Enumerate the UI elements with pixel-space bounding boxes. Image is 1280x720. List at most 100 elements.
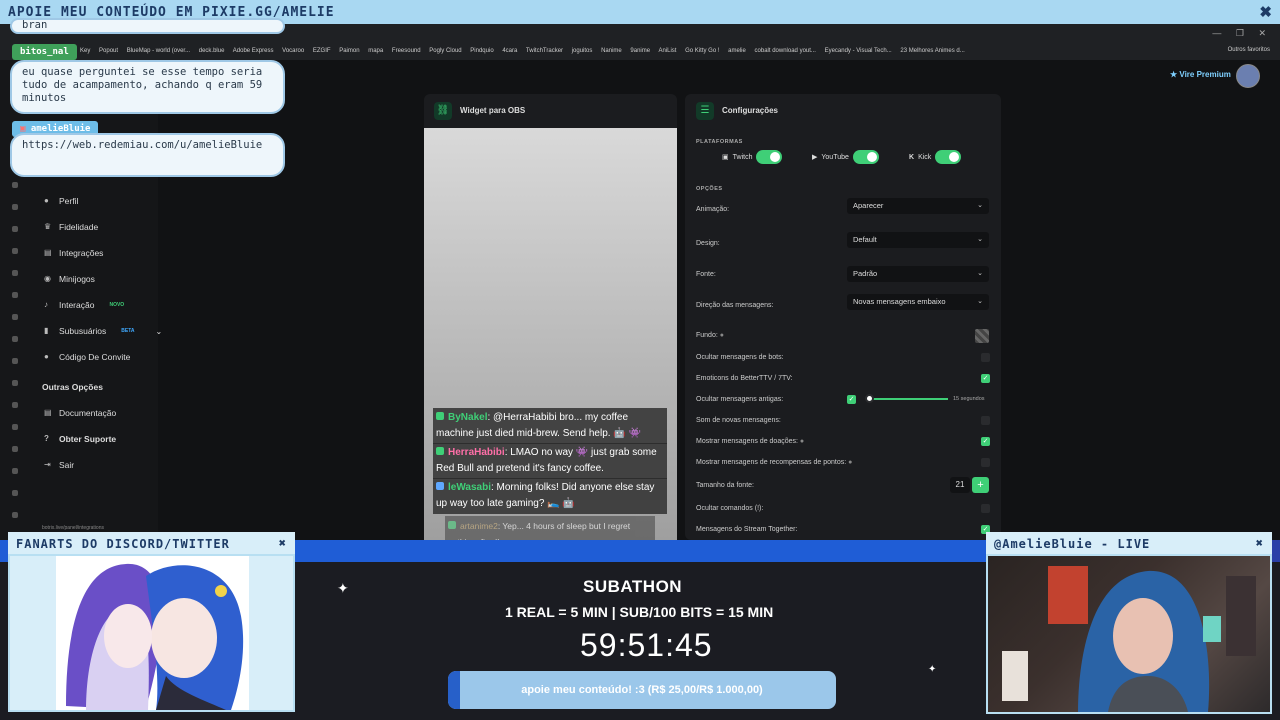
kick-toggle[interactable] (935, 150, 962, 164)
bookmark[interactable]: Pogly Cloud (429, 48, 461, 54)
sidebar-item-label: Código De Convite (59, 352, 131, 362)
close-icon[interactable]: ✖ (279, 536, 287, 550)
subathon-timer: 59:51:45 (580, 627, 713, 663)
emotes-checkbox[interactable]: ✓ (981, 374, 990, 383)
rail-icon[interactable] (12, 380, 18, 386)
bookmark[interactable]: Go Kitty Go ! (685, 48, 719, 54)
subathon-title: SUBATHON (583, 577, 683, 596)
chat-username: bitos_nal (12, 44, 77, 60)
bookmark[interactable]: deck.blue (199, 48, 225, 54)
badge-icon (448, 521, 456, 529)
sidebar-item-sair[interactable]: ⇥ Sair (44, 460, 74, 470)
sidebar-item-integracoes[interactable]: ▤ Integrações (44, 248, 103, 258)
bookmark[interactable]: 9anime (630, 48, 650, 54)
other-bookmarks[interactable]: Outros favoritos (1228, 47, 1270, 53)
hide-old-slider[interactable] (866, 398, 948, 400)
bookmark[interactable]: Adobe Express (233, 48, 274, 54)
sidebar-item-minijogos[interactable]: ◉ Minijogos (44, 274, 95, 284)
rail-icon[interactable] (12, 314, 18, 320)
rail-icon[interactable] (12, 248, 18, 254)
background-color-picker[interactable] (975, 329, 989, 343)
close-icon[interactable]: ✖ (1256, 536, 1264, 550)
animation-select[interactable]: Aparecer ⌄ (847, 198, 989, 214)
rail-icon[interactable] (12, 204, 18, 210)
rail-icon[interactable] (12, 424, 18, 430)
sidebar-item-convite[interactable]: ● Código De Convite (44, 352, 130, 362)
bookmark[interactable]: mapa (368, 48, 383, 54)
donations-checkbox[interactable]: ✓ (981, 437, 990, 446)
sidebar-item-perfil[interactable]: ● Perfil (44, 196, 78, 206)
rail-icon[interactable] (12, 358, 18, 364)
font-size-input[interactable]: 21 (950, 477, 970, 493)
direction-select[interactable]: Novas mensagens embaixo ⌄ (847, 294, 989, 310)
sidebar-item-label: Fidelidade (59, 222, 99, 232)
chat-message: HerraHabibi: LMAO no way 👾 just grab som… (433, 443, 667, 479)
rail-icon[interactable] (12, 490, 18, 496)
bookmark[interactable]: Freesound (392, 48, 421, 54)
sparkle-icon: ✦ (337, 580, 349, 596)
sidebar-item-documentacao[interactable]: ▤ Documentação (44, 408, 116, 418)
bookmark[interactable]: 23 Melhores Animes d... (900, 48, 964, 54)
bookmark[interactable]: joguitos (572, 48, 593, 54)
bookmark[interactable]: Pindquio (470, 48, 493, 54)
chevron-down-icon: ⌄ (977, 236, 983, 243)
sidebar-item-label: Perfil (59, 196, 79, 206)
sidebar-item-suporte[interactable]: ? Obter Suporte (44, 434, 116, 444)
sidebar-section-title: Outras Opções (42, 382, 103, 392)
chevron-down-icon: ⌄ (977, 202, 983, 209)
twitch-toggle[interactable] (756, 150, 783, 164)
font-select[interactable]: Padrão ⌄ (847, 266, 989, 282)
bookmark[interactable]: EZGIF (313, 48, 331, 54)
font-size-increment-button[interactable]: + (972, 477, 989, 493)
bookmarks-bar: Key Popout BlueMap - world (over... deck… (0, 44, 1280, 60)
user-icon: ● (44, 196, 49, 205)
chevron-down-icon[interactable]: ⌄ (156, 327, 163, 336)
close-icon[interactable]: ✖ (1259, 3, 1272, 21)
bookmark[interactable]: Paimon (339, 48, 359, 54)
slider-handle[interactable] (865, 394, 874, 403)
hide-old-checkbox[interactable]: ✓ (847, 395, 856, 404)
avatar[interactable] (1236, 64, 1260, 88)
bookmark[interactable]: Popout (99, 48, 118, 54)
bookmark[interactable]: Key (80, 48, 90, 54)
bookmark[interactable]: AniList (658, 48, 676, 54)
rail-icon[interactable] (12, 512, 18, 518)
chat-message: ByNakel: @HerraHabibi bro... my coffee m… (433, 408, 667, 444)
platform-label: Kick (918, 153, 932, 161)
rail-icon[interactable] (12, 446, 18, 452)
rewards-checkbox[interactable] (981, 458, 990, 467)
label-text: Fundo: (696, 332, 718, 339)
hide-bots-checkbox[interactable] (981, 353, 990, 362)
bookmark[interactable]: Eyecandy - Visual Tech... (825, 48, 892, 54)
design-select[interactable]: Default ⌄ (847, 232, 989, 248)
bookmark[interactable]: TwitchTracker (526, 48, 563, 54)
browser-window-controls[interactable]: — ❐ ✕ (1212, 28, 1272, 39)
new-sound-checkbox[interactable] (981, 416, 990, 425)
rail-icon[interactable] (12, 182, 18, 188)
bookmark[interactable]: Nanime (601, 48, 622, 54)
users-icon: ▮ (44, 326, 49, 335)
label-text: Mostrar mensagens de doações: (696, 438, 798, 445)
bookmark[interactable]: 4cara (502, 48, 517, 54)
rail-icon[interactable] (12, 270, 18, 276)
rail-icon[interactable] (12, 402, 18, 408)
premium-link[interactable]: ★ Vire Premium (1170, 70, 1231, 79)
sidebar-item-fidelidade[interactable]: ♛ Fidelidade (44, 222, 98, 232)
bookmark[interactable]: BlueMap - world (over... (127, 48, 190, 54)
rail-icon[interactable] (12, 292, 18, 298)
sidebar-item-subusuarios[interactable]: ▮ Subusuários BETA ⌄ (44, 326, 162, 336)
hide-old-value: 15 segundos (953, 396, 985, 402)
new-sound-label: Som de novas mensagens: (696, 417, 781, 424)
bookmark[interactable]: Vocaroo (282, 48, 304, 54)
hide-commands-checkbox[interactable] (981, 504, 990, 513)
sidebar-item-interacao[interactable]: ♪ Interação NOVO (44, 300, 124, 310)
rail-icon[interactable] (12, 226, 18, 232)
rail-icon[interactable] (12, 336, 18, 342)
bookmark[interactable]: cobalt download yout... (755, 48, 816, 54)
youtube-toggle[interactable] (852, 150, 879, 164)
bookmark[interactable]: amelie (728, 48, 746, 54)
rail-icon[interactable] (12, 468, 18, 474)
hide-commands-label: Ocultar comandos (!): (696, 505, 764, 512)
rewards-label: Mostrar mensagens de recompensas de pont… (696, 459, 852, 466)
animation-label: Animação: (696, 206, 730, 213)
